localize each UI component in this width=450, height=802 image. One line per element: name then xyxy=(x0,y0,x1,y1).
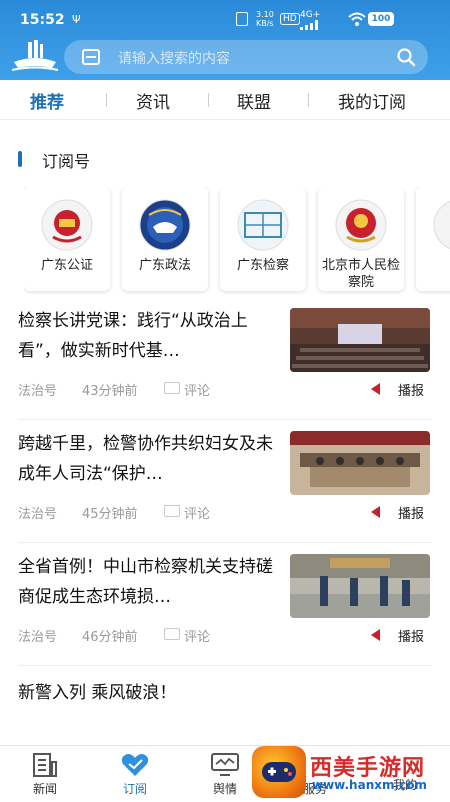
subscription-card[interactable]: 广东公证 xyxy=(24,187,110,291)
nav-subscribe[interactable]: 订阅 xyxy=(90,746,180,801)
broadcast-button[interactable]: 播报 xyxy=(398,380,424,399)
nav-label: 新闻 xyxy=(32,782,57,796)
section-marker xyxy=(18,151,22,167)
subscription-label: 广东检察 xyxy=(236,258,289,273)
status-bar: 15:52 Ψ 3.10 KB/s HD 4G+ 100 xyxy=(0,0,450,40)
status-time: 15:52 xyxy=(20,12,65,28)
speaker-icon[interactable] xyxy=(371,629,380,641)
comment-icon[interactable] xyxy=(164,628,180,640)
scan-icon[interactable] xyxy=(82,49,100,65)
news-thumbnail[interactable] xyxy=(290,431,430,495)
news-title[interactable]: 检察长讲党课：践行“从政治上看”，做实新时代基… xyxy=(18,306,282,366)
emblem-icon xyxy=(139,199,191,251)
speaker-icon[interactable] xyxy=(371,383,380,395)
vibrate-icon xyxy=(236,12,248,26)
news-thumbnail[interactable] xyxy=(290,554,430,618)
tab-divider xyxy=(208,93,209,107)
news-source: 法治号 xyxy=(18,507,58,522)
watermark: 西美手游网 www.hanxm.com xyxy=(252,744,450,800)
news-meta: 法治号 43分钟前 评论 播报 xyxy=(18,380,432,400)
section-title: 订阅号 xyxy=(42,152,91,171)
news-meta: 法治号 45分钟前 评论 播报 xyxy=(18,503,432,523)
tab-recommend[interactable]: 推荐 xyxy=(30,88,64,113)
app-header: 15:52 Ψ 3.10 KB/s HD 4G+ 100 请输入搜索的内容 xyxy=(0,0,450,80)
nav-news[interactable]: 新闻 xyxy=(0,746,90,801)
usb-icon: Ψ xyxy=(72,13,81,26)
news-title[interactable]: 新警入列 乘风破浪！ xyxy=(18,678,176,703)
monitor-icon xyxy=(211,753,239,776)
subscription-card[interactable]: 广东政法 xyxy=(122,187,208,291)
emblem-icon xyxy=(41,199,93,251)
top-tabs: 推荐 资讯 联盟 我的订阅 xyxy=(0,80,450,120)
news-time: 45分钟前 xyxy=(82,507,138,522)
emblem-icon xyxy=(433,201,450,249)
search-input[interactable]: 请输入搜索的内容 xyxy=(118,48,230,68)
subscription-label: 广 xyxy=(418,257,450,274)
nav-label: 订阅 xyxy=(122,782,147,796)
news-title[interactable]: 全省首例！中山市检察机关支持磋商促成生态环境损… xyxy=(18,552,282,612)
watermark-url: www.hanxm.com xyxy=(312,778,427,792)
comment-icon[interactable] xyxy=(164,382,180,394)
hd-badge: HD xyxy=(280,13,300,25)
signal-icon xyxy=(300,20,318,30)
subscription-label: 北京市人民检察院 xyxy=(321,258,400,290)
emblem-icon xyxy=(335,199,387,251)
news-item[interactable]: 检察长讲党课：践行“从政治上看”，做实新时代基… 法治号 43分钟前 评论 播报 xyxy=(18,302,432,420)
watermark-logo xyxy=(252,746,306,798)
speaker-icon[interactable] xyxy=(371,506,380,518)
news-title[interactable]: 跨越千里，检警协作共织妇女及未成年人司法“保护… xyxy=(18,429,282,489)
tab-alliance[interactable]: 联盟 xyxy=(237,88,271,113)
signal-label: 4G+ xyxy=(300,10,321,20)
tab-my-subscriptions[interactable]: 我的订阅 xyxy=(338,88,406,113)
broadcast-button[interactable]: 播报 xyxy=(398,503,424,522)
news-time: 46分钟前 xyxy=(82,630,138,645)
search-icon[interactable] xyxy=(396,47,416,67)
subscription-card[interactable]: 广东检察 xyxy=(220,187,306,291)
broadcast-button[interactable]: 播报 xyxy=(398,626,424,645)
gamepad-icon xyxy=(262,762,296,782)
app-logo-icon xyxy=(11,40,59,71)
news-item[interactable]: 跨越千里，检警协作共织妇女及未成年人司法“保护… 法治号 45分钟前 评论 播报 xyxy=(18,425,432,543)
news-source: 法治号 xyxy=(18,630,58,645)
subscription-label: 广东政法 xyxy=(138,258,191,273)
comment-button[interactable]: 评论 xyxy=(184,380,210,399)
heart-icon xyxy=(121,754,149,776)
subscription-carousel[interactable]: 广东公证 广东政法 广东检察 北京市人民检察院 广 xyxy=(24,187,450,297)
news-time: 43分钟前 xyxy=(82,384,138,399)
network-speed: 3.10 KB/s xyxy=(256,10,274,28)
news-meta: 法治号 46分钟前 评论 播报 xyxy=(18,626,432,646)
subscription-card[interactable]: 北京市人民检察院 xyxy=(318,187,404,291)
wifi-icon xyxy=(348,12,366,26)
emblem-icon xyxy=(237,199,289,251)
tab-divider xyxy=(308,93,309,107)
comment-button[interactable]: 评论 xyxy=(184,626,210,645)
comment-button[interactable]: 评论 xyxy=(184,503,210,522)
search-bar[interactable]: 请输入搜索的内容 xyxy=(64,40,428,74)
tab-news[interactable]: 资讯 xyxy=(136,88,170,113)
comment-icon[interactable] xyxy=(164,505,180,517)
subscription-label: 广东公证 xyxy=(40,258,93,273)
battery-icon: 100 xyxy=(368,12,394,26)
news-item[interactable]: 全省首例！中山市检察机关支持磋商促成生态环境损… 法治号 46分钟前 评论 播报 xyxy=(18,548,432,666)
subscription-card[interactable]: 广 xyxy=(416,187,450,291)
newspaper-icon xyxy=(33,753,57,777)
tab-divider xyxy=(106,93,107,107)
news-source: 法治号 xyxy=(18,384,58,399)
news-thumbnail[interactable] xyxy=(290,308,430,372)
